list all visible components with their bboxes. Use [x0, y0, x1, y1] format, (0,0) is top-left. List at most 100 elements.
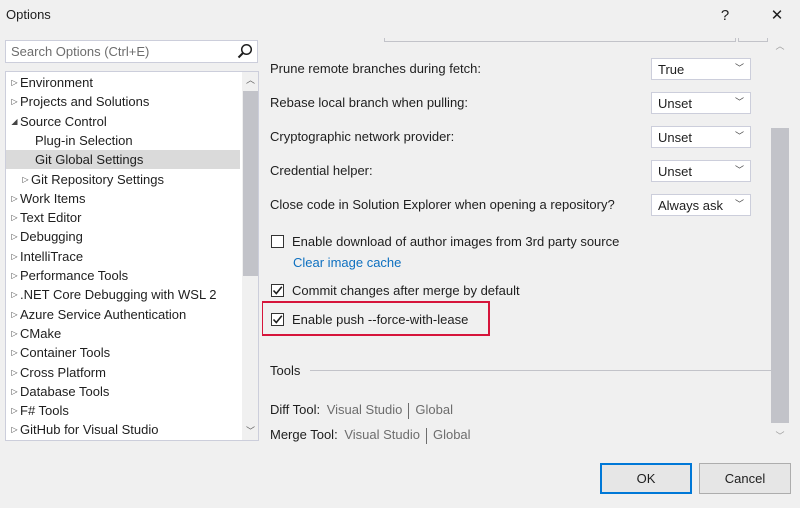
- tree-item[interactable]: ▷ Projects and Solutions: [6, 92, 240, 111]
- expanded-arrow-icon[interactable]: ◢: [9, 112, 20, 131]
- merge-tool-scope: Global: [432, 427, 471, 442]
- chevron-down-icon: ﹀: [734, 97, 744, 107]
- merge-tool-value: Visual Studio: [344, 427, 420, 442]
- close-button[interactable]: ✕: [757, 0, 797, 30]
- tree-item-label: Performance Tools: [20, 268, 129, 283]
- tree-item[interactable]: ▷ IntelliTrace: [6, 247, 240, 266]
- tree-item[interactable]: ▷ .NET Core Debugging with WSL 2: [6, 285, 240, 304]
- tree-scrollbar[interactable]: ︿ ﹀: [242, 72, 258, 440]
- prune-label: Prune remote branches during fetch:: [270, 61, 482, 76]
- rebase-dropdown[interactable]: Unset ﹀: [651, 92, 751, 114]
- clear-image-cache-link[interactable]: Clear image cache: [293, 255, 401, 270]
- tree-item[interactable]: Plug-in Selection: [6, 131, 240, 150]
- search-icon[interactable]: [235, 42, 255, 62]
- cancel-button[interactable]: Cancel: [699, 463, 791, 494]
- force-lease-checkbox[interactable]: [271, 312, 284, 326]
- tree-item[interactable]: ▷ Git Repository Settings: [6, 170, 240, 189]
- diff-tool-value: Visual Studio: [326, 402, 403, 417]
- tree-item-label: Projects and Solutions: [20, 94, 150, 110]
- tree-item-label: Git Repository Settings: [31, 171, 164, 187]
- crypto-label: Cryptographic network provider:: [270, 129, 455, 144]
- tree-item-label: Debugging: [20, 229, 83, 245]
- tree-item[interactable]: ▷ F# Tools: [6, 401, 240, 420]
- checkmark-icon: [272, 314, 283, 324]
- collapsed-arrow-icon[interactable]: ▷: [9, 285, 20, 304]
- scroll-thumb[interactable]: [243, 91, 258, 276]
- tree-item-label: IntelliTrace: [20, 248, 84, 264]
- collapsed-arrow-icon[interactable]: ▷: [9, 401, 20, 420]
- tree-item[interactable]: ▷ Database Tools: [6, 382, 240, 401]
- author-images-checkbox[interactable]: [271, 234, 284, 248]
- tree-item[interactable]: ▷ Debugging: [6, 227, 240, 246]
- tree-item-label: Cross Platform: [20, 364, 106, 380]
- collapsed-arrow-icon[interactable]: ▷: [9, 420, 20, 439]
- prune-dropdown[interactable]: True ﹀: [651, 58, 751, 80]
- commit-merge-checkbox[interactable]: [271, 283, 284, 297]
- tree-item[interactable]: ◢ Source Control: [6, 112, 240, 131]
- top-field-edge: [384, 38, 736, 42]
- search-box: [5, 40, 258, 63]
- close-code-value: Always ask: [658, 198, 724, 213]
- credential-dropdown[interactable]: Unset ﹀: [651, 160, 751, 182]
- force-lease-option[interactable]: Enable push --force-with-lease: [271, 310, 468, 328]
- tree-item[interactable]: Git Global Settings: [6, 150, 240, 170]
- rebase-label: Rebase local branch when pulling:: [270, 95, 469, 110]
- force-lease-label: Enable push --force-with-lease: [292, 312, 468, 327]
- close-code-label: Close code in Solution Explorer when ope…: [270, 197, 615, 212]
- tree-item[interactable]: ▷ CMake: [6, 324, 240, 343]
- tree-item[interactable]: ▷ Container Tools: [6, 343, 240, 362]
- collapsed-arrow-icon[interactable]: ▷: [9, 247, 20, 266]
- tree-item[interactable]: ▷ Azure Service Authentication: [6, 305, 240, 324]
- ok-button[interactable]: OK: [600, 463, 692, 494]
- collapsed-arrow-icon[interactable]: ▷: [20, 170, 31, 189]
- merge-tool-label: Merge Tool:: [270, 427, 338, 442]
- diff-tool-label: Diff Tool:: [270, 402, 321, 417]
- close-code-dropdown[interactable]: Always ask ﹀: [651, 194, 751, 216]
- collapsed-arrow-icon[interactable]: ▷: [9, 73, 20, 92]
- scroll-down-icon[interactable]: ﹀: [242, 423, 258, 440]
- crypto-dropdown[interactable]: Unset ﹀: [651, 126, 751, 148]
- tree-item-label: .NET Core Debugging with WSL 2: [20, 287, 217, 303]
- tree-item[interactable]: ▷ Cross Platform: [6, 363, 240, 382]
- tree-item-label: Azure Service Authentication: [20, 306, 187, 322]
- tree-item-label: GitHub for Visual Studio: [20, 422, 159, 438]
- commit-merge-option[interactable]: Commit changes after merge by default: [271, 281, 520, 299]
- tree-item[interactable]: ▷ Environment: [6, 73, 240, 92]
- tree-item-label: Source Control: [20, 113, 107, 129]
- tree-item-label: Git Global Settings: [35, 152, 144, 168]
- collapsed-arrow-icon[interactable]: ▷: [9, 266, 20, 285]
- tree-item[interactable]: ▷ GitHub for Visual Studio: [6, 420, 240, 439]
- help-button[interactable]: ?: [705, 0, 745, 30]
- collapsed-arrow-icon[interactable]: ▷: [9, 92, 20, 111]
- collapsed-arrow-icon[interactable]: ▷: [9, 343, 20, 362]
- search-input[interactable]: [6, 41, 239, 62]
- crypto-value: Unset: [658, 130, 692, 145]
- tree-item-label: Environment: [20, 75, 93, 90]
- collapsed-arrow-icon[interactable]: ▷: [9, 305, 20, 324]
- tree-item[interactable]: ▷ Performance Tools: [6, 266, 240, 285]
- scroll-thumb[interactable]: [771, 128, 789, 423]
- author-images-option[interactable]: Enable download of author images from 3r…: [271, 232, 619, 250]
- author-images-label: Enable download of author images from 3r…: [292, 233, 620, 249]
- divider: [408, 402, 410, 419]
- scroll-up-icon[interactable]: ︿: [771, 38, 789, 55]
- merge-tool-row: Merge Tool: Visual Studio Global: [270, 427, 471, 444]
- collapsed-arrow-icon[interactable]: ▷: [9, 189, 20, 208]
- tree-item-label: Work Items: [20, 190, 86, 206]
- panel-scrollbar[interactable]: ︿ ﹀: [771, 30, 789, 448]
- scroll-up-icon[interactable]: ︿: [242, 72, 258, 89]
- prune-value: True: [658, 62, 685, 77]
- checkmark-icon: [272, 285, 283, 295]
- collapsed-arrow-icon[interactable]: ▷: [9, 227, 20, 246]
- tree-item-label: CMake: [20, 325, 62, 341]
- tree-item[interactable]: ▷ Text Editor: [6, 208, 240, 227]
- collapsed-arrow-icon[interactable]: ▷: [9, 363, 20, 382]
- collapsed-arrow-icon[interactable]: ▷: [9, 324, 20, 343]
- collapsed-arrow-icon[interactable]: ▷: [9, 382, 20, 401]
- tree-item[interactable]: ▷ Work Items: [6, 189, 240, 208]
- scroll-down-icon[interactable]: ﹀: [771, 428, 789, 445]
- tree-item-label: Plug-in Selection: [35, 132, 133, 148]
- collapsed-arrow-icon[interactable]: ▷: [9, 208, 20, 227]
- credential-value: Unset: [658, 164, 692, 179]
- divider: [425, 427, 427, 444]
